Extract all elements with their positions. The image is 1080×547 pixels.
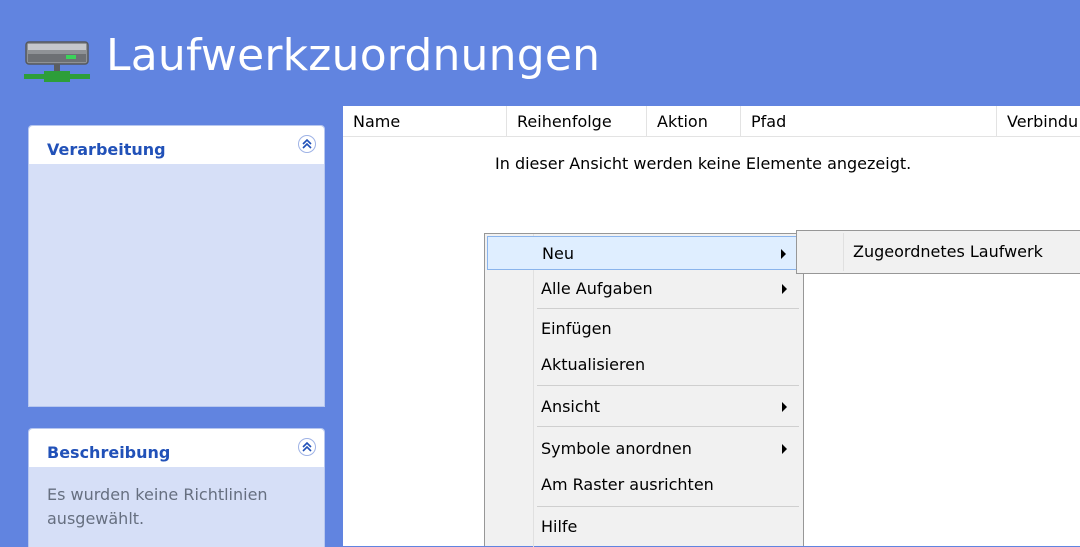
menu-item-help[interactable]: Hilfe [487, 510, 801, 544]
menu-separator [537, 426, 799, 427]
menu-item-label: Symbole anordnen [541, 439, 692, 458]
column-action[interactable]: Aktion [647, 106, 741, 136]
column-connection[interactable]: Verbindu [997, 106, 1080, 136]
submenu-arrow-icon [782, 402, 787, 412]
menu-item-label: Ansicht [541, 397, 601, 416]
tasks-panel-header: Verarbeitung [29, 126, 324, 164]
menu-item-label: Hilfe [541, 517, 578, 536]
submenu-arrow-icon [781, 249, 786, 259]
menu-gutter [843, 233, 844, 271]
menu-item-all-tasks[interactable]: Alle Aufgaben [487, 272, 801, 306]
menu-item-label: Neu [542, 244, 574, 263]
menu-item-label: Einfügen [541, 319, 612, 338]
collapse-chevrons-icon[interactable] [298, 438, 316, 456]
description-panel: Beschreibung Es wurden keine Richtlinien… [28, 428, 325, 547]
menu-item-mapped-drive[interactable]: Zugeordnetes Laufwerk [853, 242, 1043, 261]
column-order[interactable]: Reihenfolge [507, 106, 647, 136]
column-name[interactable]: Name [343, 106, 507, 136]
collapse-chevrons-icon[interactable] [298, 135, 316, 153]
header: Laufwerkzuordnungen [0, 0, 1080, 106]
menu-item-align-to-grid[interactable]: Am Raster ausrichten [487, 468, 801, 502]
network-drive-icon [24, 41, 90, 82]
tasks-panel: Verarbeitung [28, 125, 325, 407]
menu-item-label: Alle Aufgaben [541, 279, 653, 298]
tasks-panel-title: Verarbeitung [47, 140, 166, 159]
menu-item-new[interactable]: Neu [487, 236, 801, 270]
menu-item-label: Aktualisieren [541, 355, 646, 374]
description-text: Es wurden keine Richtlinien ausgewählt. [47, 485, 268, 528]
submenu-arrow-icon [782, 284, 787, 294]
description-panel-header: Beschreibung [29, 429, 324, 467]
menu-item-arrange-icons[interactable]: Symbole anordnen [487, 432, 801, 466]
menu-item-refresh[interactable]: Aktualisieren [487, 348, 801, 382]
column-path[interactable]: Pfad [741, 106, 997, 136]
submenu-new: Zugeordnetes Laufwerk [796, 230, 1080, 274]
column-header: Name Reihenfolge Aktion Pfad Verbindu [343, 106, 1080, 137]
menu-item-label: Am Raster ausrichten [541, 475, 714, 494]
context-menu: Neu Alle Aufgaben Einfügen Aktualisieren… [484, 233, 804, 547]
submenu-arrow-icon [782, 444, 787, 454]
menu-separator [537, 308, 799, 309]
page-title: Laufwerkzuordnungen [106, 30, 601, 81]
menu-separator [537, 506, 799, 507]
empty-message: In dieser Ansicht werden keine Elemente … [495, 154, 912, 173]
description-panel-title: Beschreibung [47, 443, 171, 462]
menu-separator [537, 385, 799, 386]
menu-item-paste[interactable]: Einfügen [487, 312, 801, 346]
menu-item-view[interactable]: Ansicht [487, 390, 801, 424]
